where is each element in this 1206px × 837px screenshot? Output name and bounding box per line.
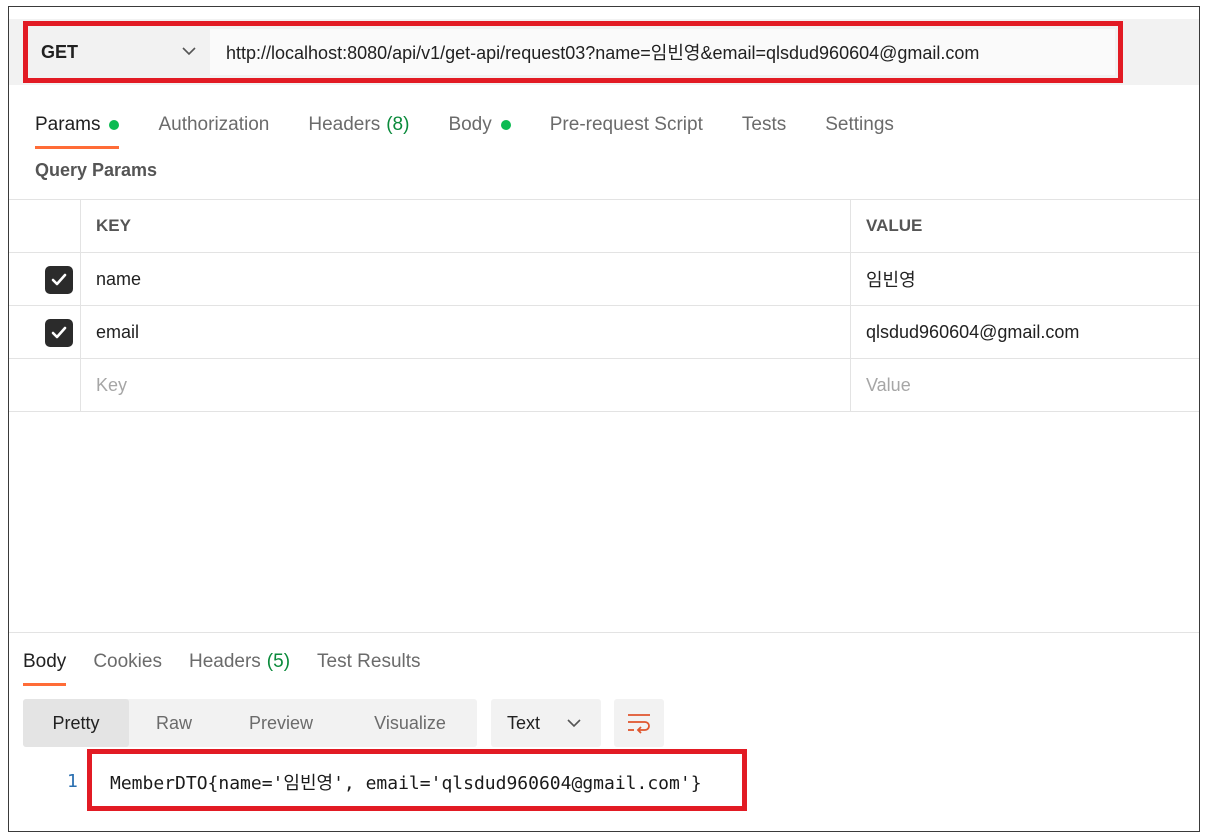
- key-column-header: KEY: [81, 200, 851, 252]
- request-highlight-box: [23, 21, 1123, 83]
- tab-params[interactable]: Params: [35, 105, 120, 149]
- table-row: email qlsdud960604@gmail.com: [9, 306, 1199, 359]
- tab-label: Headers: [308, 114, 381, 135]
- tab-label: Tests: [741, 114, 787, 135]
- headers-count: (8): [386, 114, 410, 135]
- tab-headers[interactable]: Headers (8): [308, 105, 409, 145]
- response-tab-headers[interactable]: Headers (5): [189, 645, 290, 679]
- response-tab-test-results[interactable]: Test Results: [317, 645, 420, 679]
- response-highlight-box: [87, 749, 747, 811]
- view-visualize-button[interactable]: Visualize: [343, 699, 477, 747]
- view-pretty-button[interactable]: Pretty: [23, 699, 129, 747]
- param-value-cell[interactable]: qlsdud960604@gmail.com: [851, 306, 1199, 358]
- check-icon: [51, 273, 67, 286]
- body-dot-icon: [500, 120, 511, 130]
- wrap-lines-button[interactable]: [614, 699, 664, 747]
- view-preview-button[interactable]: Preview: [219, 699, 343, 747]
- tab-body[interactable]: Body: [448, 105, 511, 145]
- response-tabs: Body Cookies Headers (5) Test Results: [23, 645, 448, 686]
- tab-label: Pre-request Script: [549, 114, 703, 135]
- view-mode-segmented: Pretty Raw Preview Visualize: [23, 699, 477, 747]
- param-value-cell[interactable]: 임빈영: [851, 253, 1199, 305]
- tab-label: Body: [23, 651, 67, 672]
- tab-label: Params: [35, 114, 101, 135]
- query-params-table: KEY VALUE name 임빈영 email qlsdud960604@gm…: [9, 199, 1199, 412]
- chevron-down-icon: [567, 719, 581, 728]
- format-select[interactable]: Text: [491, 699, 601, 747]
- params-dot-icon: [109, 120, 120, 130]
- table-header-row: KEY VALUE: [9, 200, 1199, 253]
- check-icon: [51, 326, 67, 339]
- postman-window: GET http://localhost:8080/api/v1/get-api…: [8, 6, 1200, 832]
- value-column-header: VALUE: [866, 216, 923, 235]
- response-tab-cookies[interactable]: Cookies: [93, 645, 162, 679]
- tab-pre-request-script[interactable]: Pre-request Script: [550, 105, 703, 145]
- tab-settings[interactable]: Settings: [825, 105, 894, 145]
- format-label: Text: [507, 712, 541, 733]
- response-tab-body[interactable]: Body: [23, 645, 67, 686]
- tab-label: Settings: [825, 114, 894, 135]
- wrap-lines-icon: [628, 714, 650, 734]
- param-checkbox[interactable]: [45, 319, 73, 347]
- key-placeholder-input[interactable]: Key: [81, 359, 851, 411]
- response-headers-count: (5): [266, 651, 291, 672]
- tab-label: Headers: [188, 651, 261, 672]
- query-params-title: Query Params: [35, 160, 158, 180]
- tab-label: Test Results: [317, 651, 421, 672]
- tab-tests[interactable]: Tests: [742, 105, 786, 145]
- line-number: 1: [67, 771, 78, 792]
- param-key-cell[interactable]: name: [81, 253, 851, 305]
- value-placeholder-input[interactable]: Value: [851, 359, 1199, 411]
- param-checkbox[interactable]: [45, 266, 73, 294]
- tab-label: Body: [448, 114, 492, 135]
- param-key-cell[interactable]: email: [81, 306, 851, 358]
- response-divider: [9, 632, 1199, 633]
- tab-label: Cookies: [93, 651, 162, 672]
- tab-label: Authorization: [158, 114, 270, 135]
- request-tabs: Params Authorization Headers (8) Body Pr…: [35, 105, 933, 149]
- table-row: name 임빈영: [9, 253, 1199, 306]
- table-row-empty: Key Value: [9, 359, 1199, 412]
- view-raw-button[interactable]: Raw: [129, 699, 219, 747]
- tab-authorization[interactable]: Authorization: [158, 105, 269, 145]
